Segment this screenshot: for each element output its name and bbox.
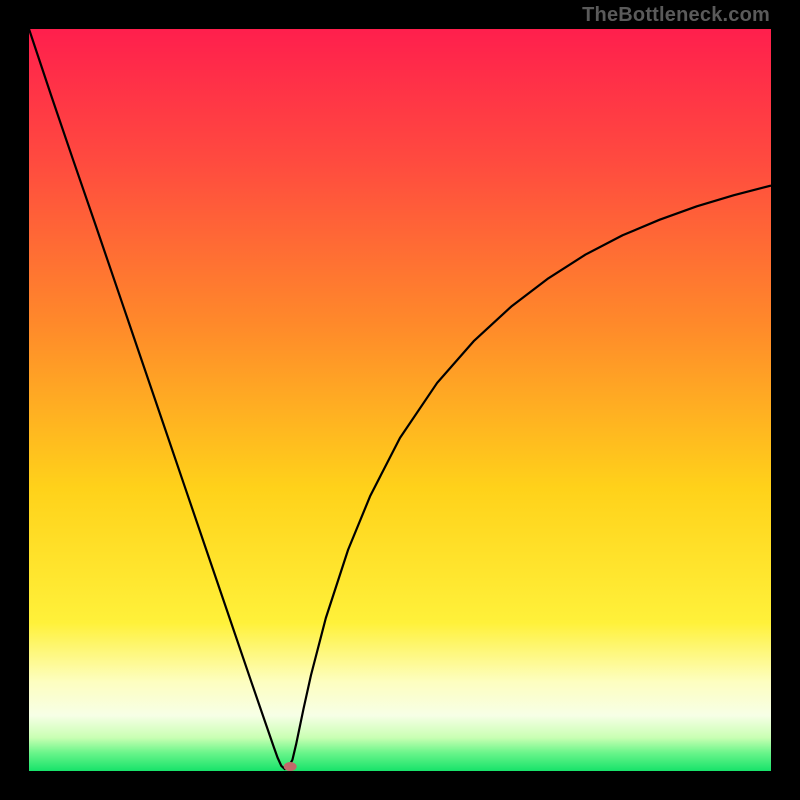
chart-background — [29, 29, 771, 771]
plot-area — [29, 29, 771, 771]
chart-svg — [29, 29, 771, 771]
chart-frame: TheBottleneck.com — [0, 0, 800, 800]
optimal-point-marker — [284, 762, 297, 771]
watermark-text: TheBottleneck.com — [582, 4, 770, 27]
